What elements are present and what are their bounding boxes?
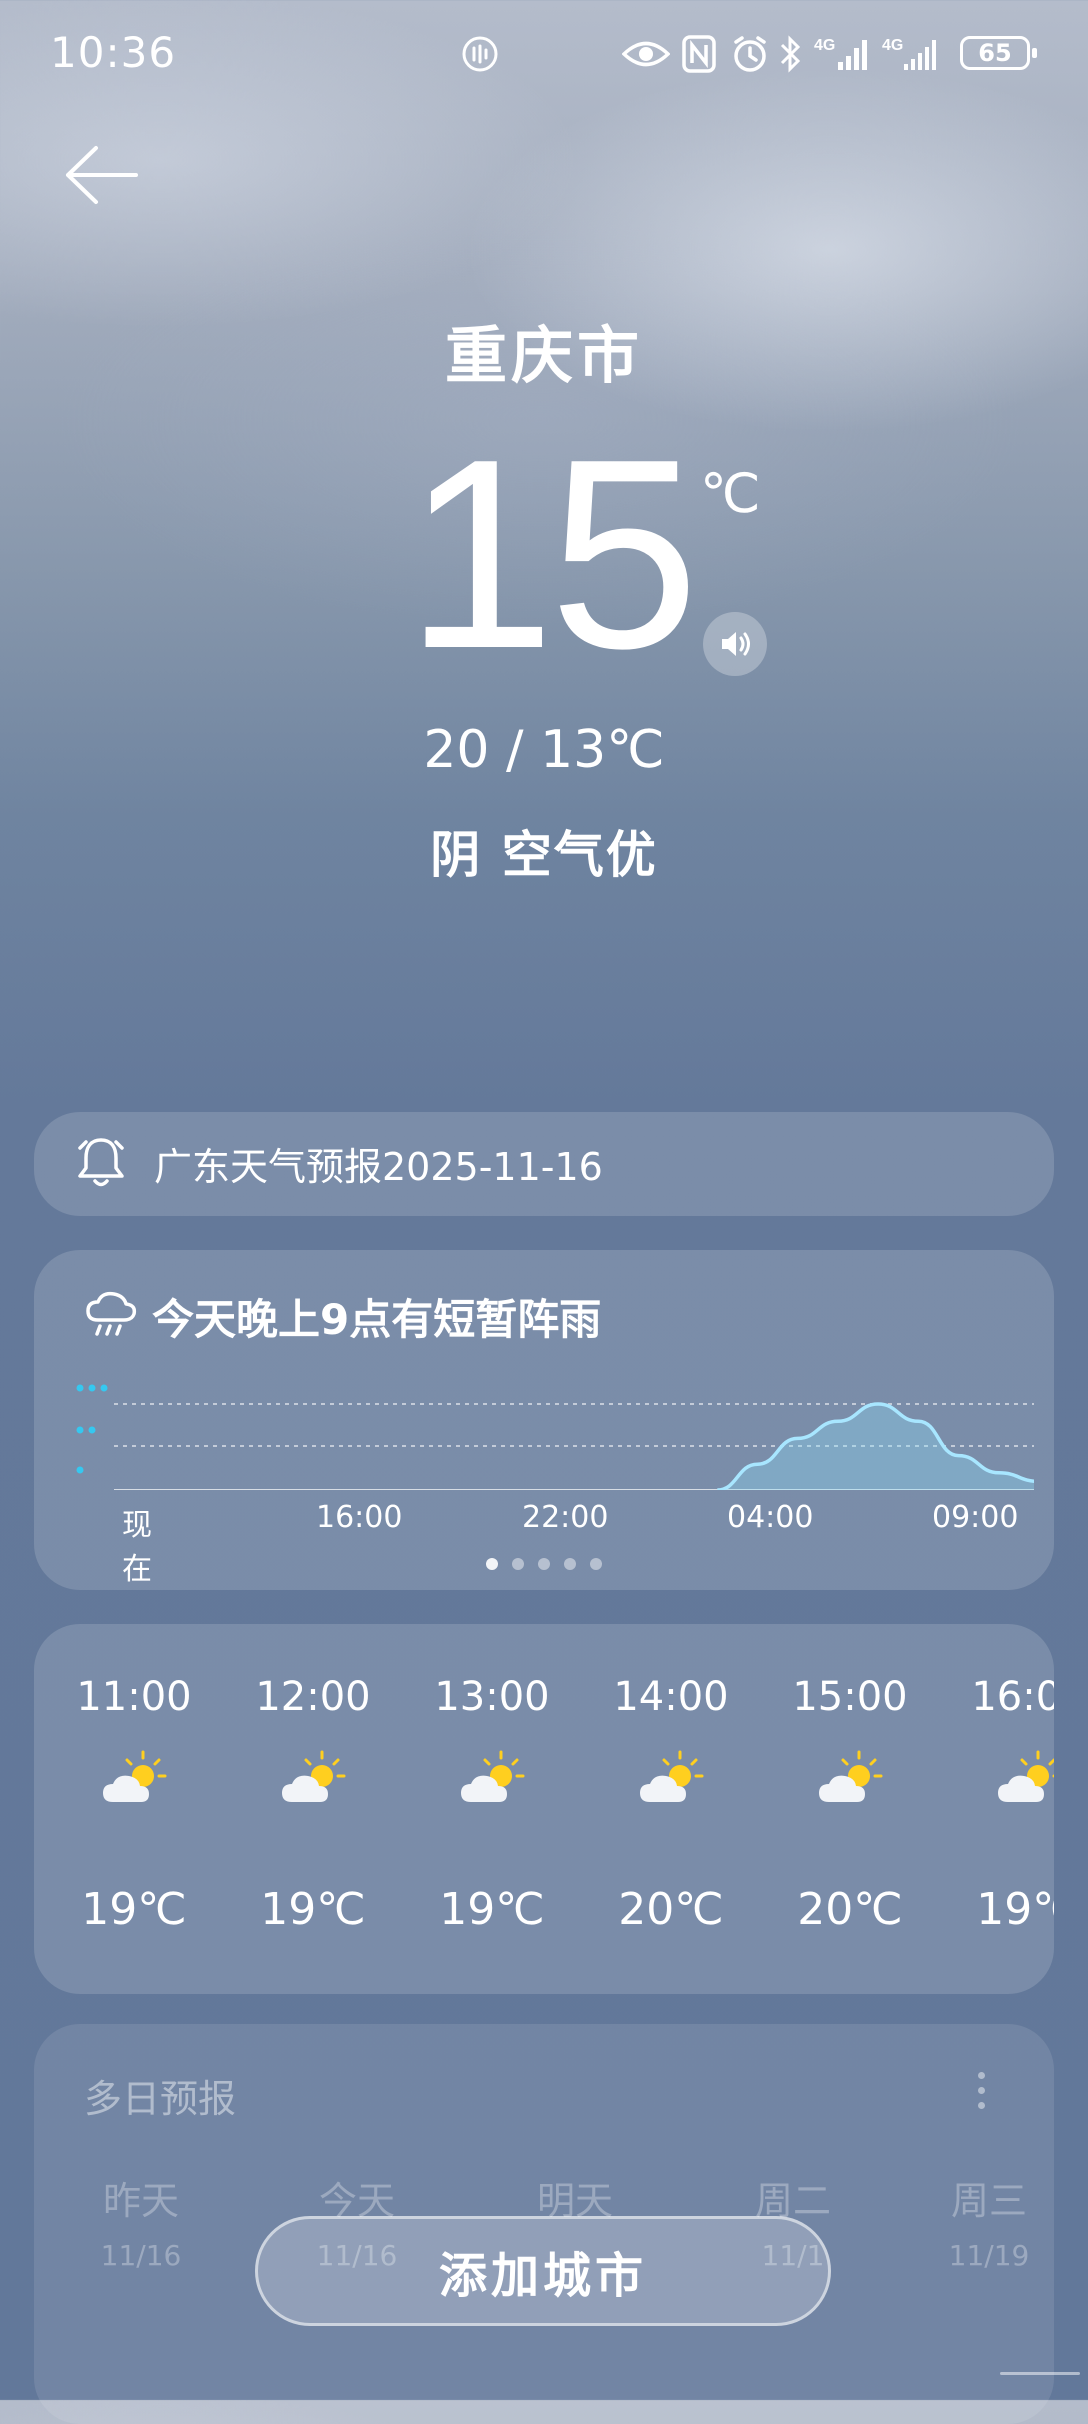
multi-day-title: 多日预报 — [84, 2077, 237, 2121]
alarm-icon — [730, 32, 770, 76]
day-name: 昨天 — [102, 2179, 179, 2223]
x-tick-label: 现在 — [122, 1508, 152, 1587]
bluetooth-icon — [778, 32, 804, 76]
page-indicator[interactable] — [34, 1558, 1054, 1570]
partly-sunny-icon — [994, 1746, 1054, 1818]
alert-text: 广东天气预报2025-11-16 — [154, 1145, 603, 1189]
svg-text:4G: 4G — [882, 37, 903, 54]
hourly-list[interactable]: 11:00 19℃ 12:00 19℃ 13:00 19℃ 14:00 20℃ 15:00 20℃… — [34, 1624, 1054, 1994]
page-dot[interactable] — [512, 1558, 524, 1570]
temperature-range: 20 / 13℃ — [423, 720, 665, 780]
back-button[interactable] — [60, 140, 150, 210]
battery-level: 65 — [978, 39, 1012, 67]
more-options-icon[interactable] — [978, 2072, 986, 2112]
speaker-button[interactable] — [703, 612, 767, 676]
rain-cloud-icon — [84, 1290, 138, 1344]
signal-4g-icon: 4G — [814, 32, 870, 76]
hour-temp: 19℃ — [439, 1884, 545, 1935]
status-time: 10:36 — [50, 28, 177, 77]
hourly-forecast-card[interactable]: 11:00 19℃ 12:00 19℃ 13:00 19℃ 14:00 20℃ 15:00 20℃… — [34, 1624, 1054, 1994]
back-arrow-icon — [66, 146, 138, 204]
day-date: 11/16 — [100, 2239, 182, 2272]
weather-condition: 阴 空气优 — [430, 826, 658, 884]
rain-chart — [76, 1384, 1034, 1490]
day-name: 周三 — [950, 2179, 1027, 2223]
day-item[interactable]: 昨天 11/16 — [66, 2170, 216, 2272]
hour-item[interactable]: 16:00 19℃ — [939, 1624, 1054, 1994]
hour-item[interactable]: 11:00 19℃ — [44, 1624, 224, 1994]
nfc-icon — [682, 32, 716, 76]
page-dot[interactable] — [564, 1558, 576, 1570]
day-date: 11/19 — [948, 2239, 1030, 2272]
add-city-button[interactable]: 添加城市 — [255, 2216, 831, 2326]
page-dot[interactable] — [538, 1558, 550, 1570]
x-tick-label: 22:00 — [522, 1500, 609, 1535]
battery-icon: 65 — [960, 36, 1037, 70]
rain-title: 今天晚上9点有短暂阵雨 — [152, 1295, 602, 1344]
hour-temp: 19℃ — [260, 1884, 366, 1935]
hour-item[interactable]: 14:00 20℃ — [581, 1624, 761, 1994]
hour-item[interactable]: 12:00 19℃ — [223, 1624, 403, 1994]
temperature-unit: ℃ — [700, 462, 761, 525]
partly-sunny-icon — [278, 1746, 350, 1818]
hour-temp: 19℃ — [81, 1884, 187, 1935]
x-tick-label: 16:00 — [316, 1500, 403, 1535]
city-name: 重庆市 — [444, 319, 643, 392]
eye-icon — [622, 32, 670, 76]
hour-time: 15:00 — [792, 1674, 908, 1720]
hour-time: 14:00 — [613, 1674, 729, 1720]
partly-sunny-icon — [99, 1746, 171, 1818]
svg-text:4G: 4G — [814, 37, 835, 54]
hour-item[interactable]: 15:00 20℃ — [760, 1624, 940, 1994]
hour-temp: 20℃ — [618, 1884, 724, 1935]
wechat-icon — [460, 32, 500, 76]
status-bar: 10:36 4G 4G 65 — [0, 0, 1088, 110]
page-dot[interactable] — [590, 1558, 602, 1570]
hour-temp: 19℃ — [976, 1884, 1054, 1935]
partly-sunny-icon — [815, 1746, 887, 1818]
hour-time: 12:00 — [255, 1674, 371, 1720]
hour-temp: 20℃ — [797, 1884, 903, 1935]
rain-forecast-card[interactable]: 今天晚上9点有短暂阵雨 现在 16:00 22:00 04:00 09:00 — [34, 1250, 1054, 1590]
page-dot[interactable] — [486, 1558, 498, 1570]
hour-time: 16:00 — [971, 1674, 1054, 1720]
partly-sunny-icon — [636, 1746, 708, 1818]
day-item[interactable]: 周三 11/19 — [914, 2170, 1064, 2272]
x-tick-label: 09:00 — [932, 1500, 1019, 1535]
weather-alert-card[interactable]: 广东天气预报2025-11-16 — [34, 1112, 1054, 1216]
hour-time: 11:00 — [76, 1674, 192, 1720]
partly-sunny-icon — [457, 1746, 529, 1818]
x-tick-label: 04:00 — [727, 1500, 814, 1535]
y-level-icons — [76, 1384, 108, 1474]
current-temperature: 15 — [405, 404, 699, 705]
hour-item[interactable]: 13:00 19℃ — [402, 1624, 582, 1994]
speaker-icon — [722, 632, 750, 656]
home-indicator — [1000, 2372, 1080, 2375]
signal-4g-icon: 4G — [882, 32, 942, 76]
hour-time: 13:00 — [434, 1674, 550, 1720]
bell-icon — [76, 1134, 126, 1194]
